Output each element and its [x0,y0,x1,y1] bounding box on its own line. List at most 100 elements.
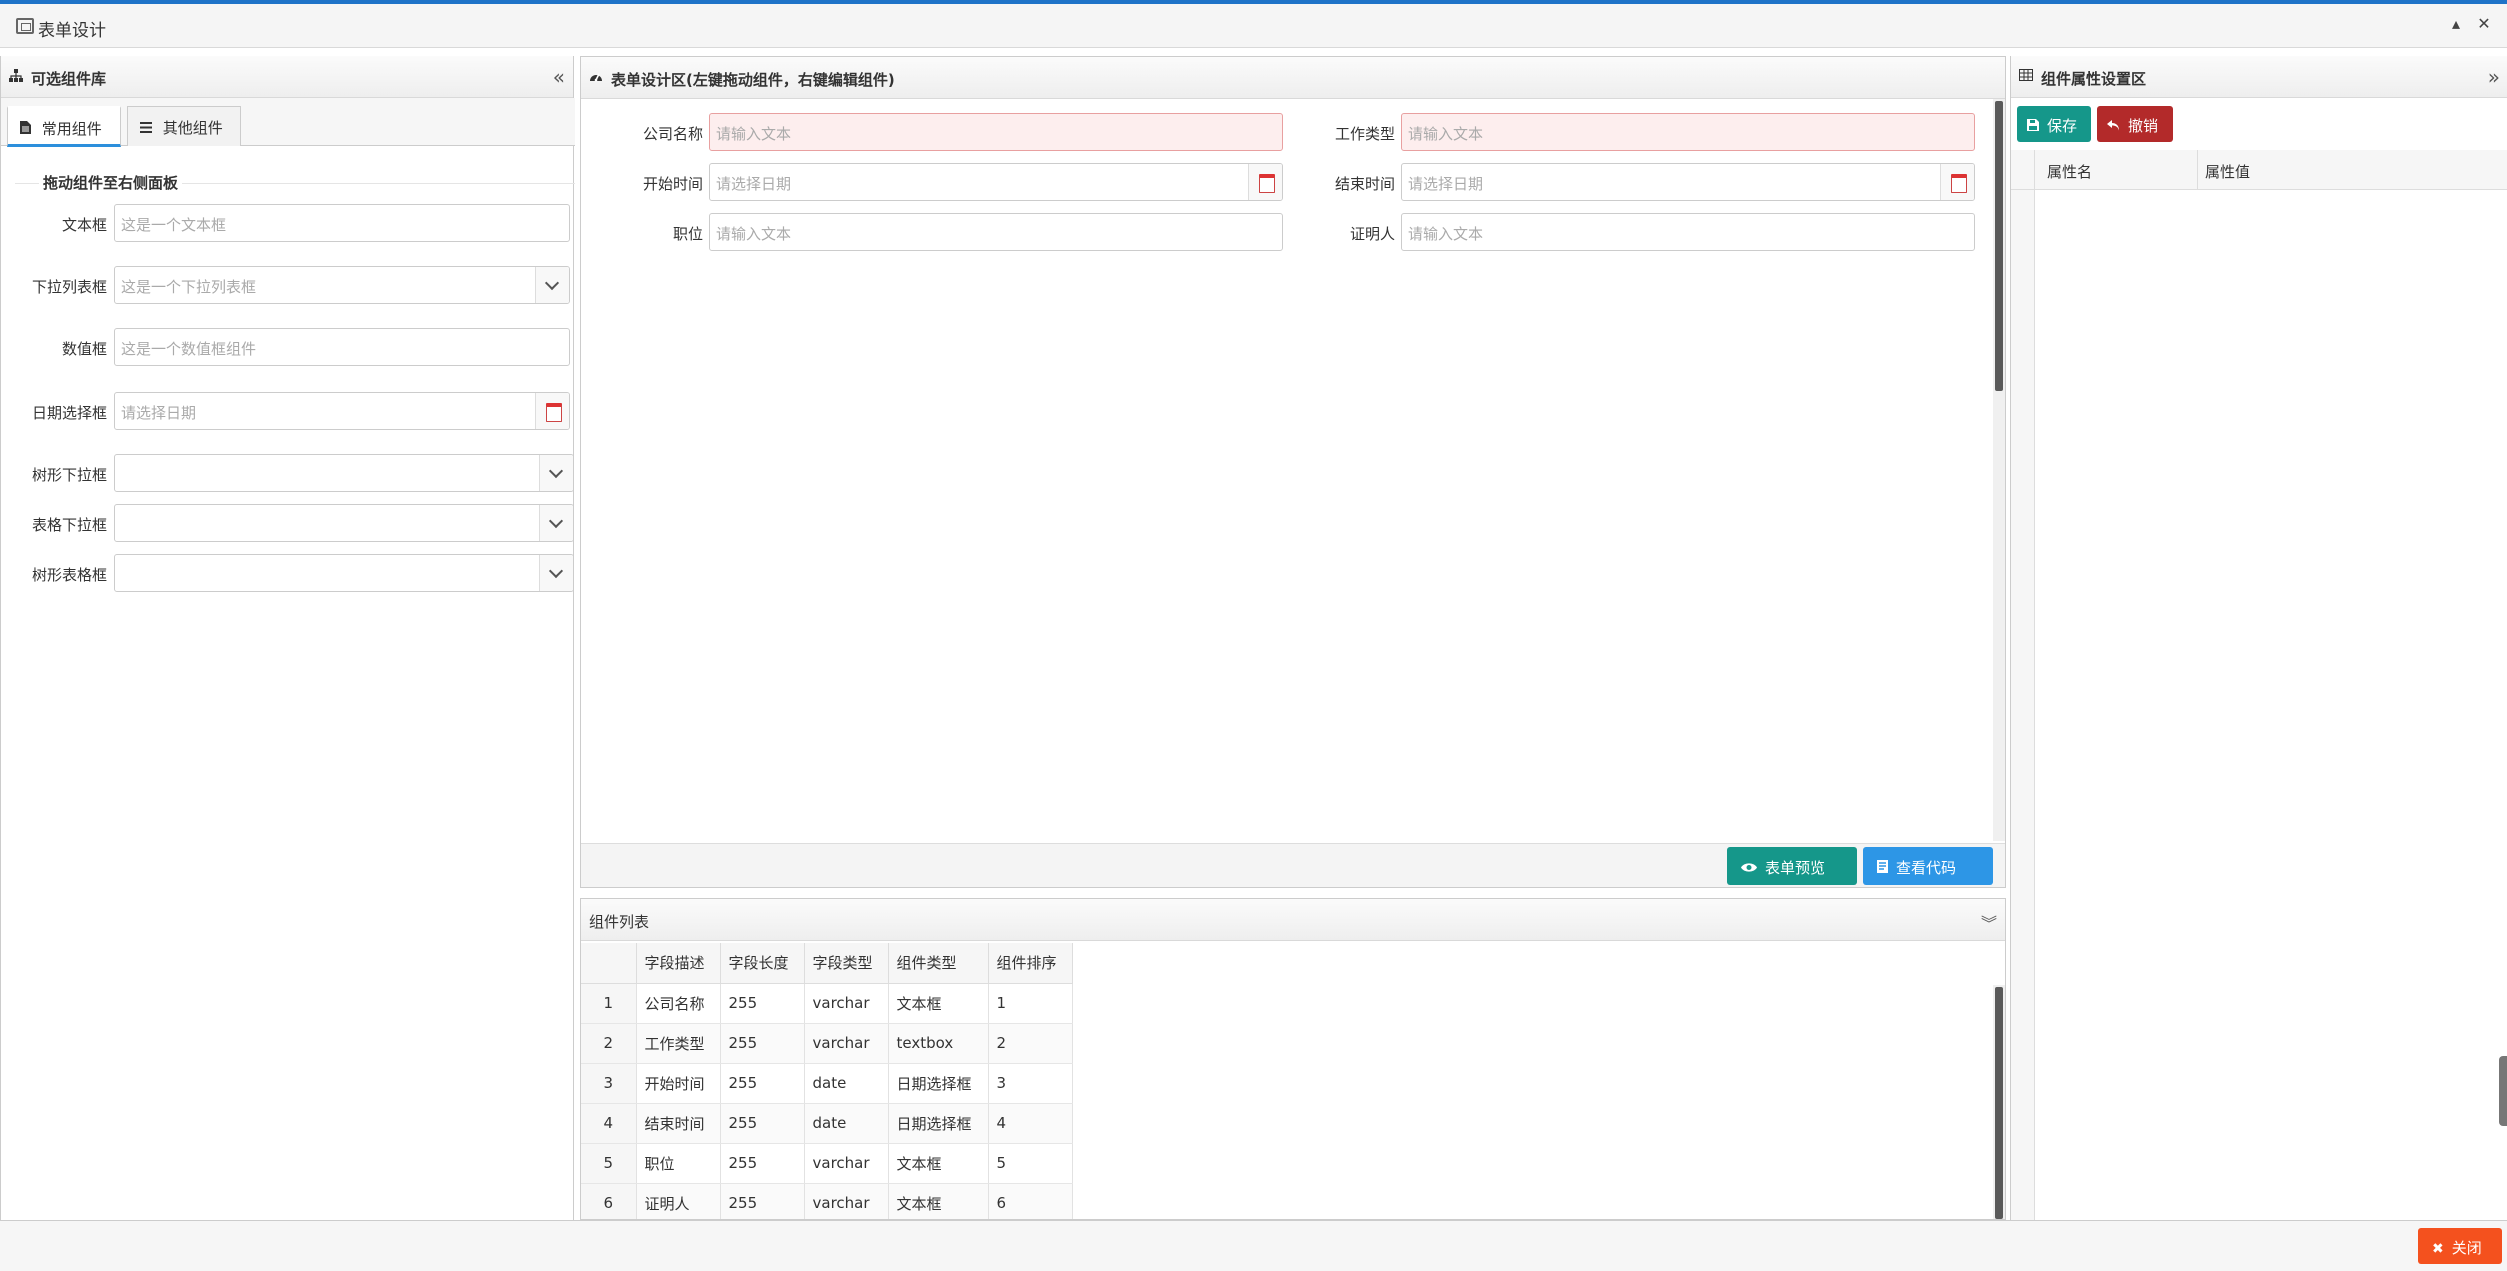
form-design-icon [16,18,34,34]
table-cell[interactable]: 结束时间 [636,1103,721,1144]
design-text-field[interactable]: 请输入文本 [709,213,1283,251]
undo-button[interactable]: 撤销 [2097,106,2173,142]
column-header[interactable]: 字段长度 [720,943,805,984]
calendar-icon[interactable] [1940,164,1974,200]
table-cell[interactable]: 5 [988,1143,1073,1184]
table-cell[interactable]: 6 [988,1183,1073,1219]
table-cell[interactable]: varchar [804,1143,889,1184]
undo-label: 撤销 [2128,117,2159,135]
chevron-down-icon[interactable] [539,455,573,491]
form-design-title: 表单设计区(左键拖动组件，右键编辑组件) [611,71,895,89]
form-canvas[interactable]: 公司名称 请输入文本 工作类型 请输入文本 开始时间 请选择日期 结束时间 请选择日期 职位 请输… [581,99,1993,841]
library-text-component[interactable]: 这是一个数值框组件 [114,328,570,366]
table-row[interactable]: 4 结束时间 255 date 日期选择框 4 [581,1103,1073,1144]
table-cell[interactable]: 日期选择框 [888,1103,989,1144]
table-cell[interactable]: 4 [988,1103,1073,1144]
tab-other-components[interactable]: 其他组件 [127,106,241,146]
table-cell[interactable]: varchar [804,983,889,1024]
table-header-row: 字段描述 字段长度 字段类型 组件类型 组件排序 [581,943,1073,984]
collapse-list-icon[interactable]: ︾ [1981,910,1997,934]
table-row[interactable]: 2 工作类型 255 varchar textbox 2 [581,1023,1073,1064]
table-cell[interactable]: 255 [720,1143,805,1184]
save-button[interactable]: 保存 [2017,106,2091,142]
table-cell[interactable]: 255 [720,1063,805,1104]
close-button[interactable]: ✖ 关闭 [2418,1228,2502,1264]
library-text-component[interactable]: 这是一个文本框 [114,204,570,242]
column-header[interactable]: 字段描述 [636,943,721,984]
design-scrollbar-thumb[interactable] [1995,101,2003,391]
window-titlebar: 表单设计 ▴ ✕ [0,4,2507,48]
chevron-down-icon[interactable] [539,505,573,541]
library-select-component[interactable] [114,454,574,492]
expand-right-icon[interactable]: » [2488,65,2500,89]
table-cell[interactable]: 证明人 [636,1183,721,1219]
property-settings-panel: 组件属性设置区 » 保存 撤销 属性名 属性值 [2010,56,2507,1220]
list-scrollbar-thumb[interactable] [1995,987,2003,1219]
chevron-down-icon[interactable] [539,555,573,591]
property-name-header[interactable]: 属性名 [2047,161,2092,182]
table-cell[interactable]: 工作类型 [636,1023,721,1064]
tab-common-components[interactable]: 常用组件 [7,106,121,147]
table-cell[interactable]: 日期选择框 [888,1063,989,1104]
close-icon: ✖ [2432,1241,2444,1257]
property-row-number-column [2011,190,2035,1220]
form-design-header: 表单设计区(左键拖动组件，右键编辑组件) [581,57,2005,99]
property-column-divider [2197,150,2198,190]
column-header[interactable]: 组件类型 [888,943,989,984]
table-row[interactable]: 3 开始时间 255 date 日期选择框 3 [581,1063,1073,1104]
design-text-field[interactable]: 请输入文本 [1401,213,1975,251]
row-number: 6 [581,1183,637,1219]
table-cell[interactable]: 公司名称 [636,983,721,1024]
table-cell[interactable]: date [804,1103,889,1144]
table-cell[interactable]: 文本框 [888,983,989,1024]
table-cell[interactable]: date [804,1063,889,1104]
chevron-down-icon[interactable] [535,267,569,303]
table-cell[interactable]: 职位 [636,1143,721,1184]
design-date-field[interactable]: 请选择日期 [1401,163,1975,201]
design-date-field[interactable]: 请选择日期 [709,163,1283,201]
table-cell[interactable]: 1 [988,983,1073,1024]
library-select-component[interactable] [114,504,574,542]
table-cell[interactable]: textbox [888,1023,989,1064]
library-select-component[interactable] [114,554,574,592]
table-cell[interactable]: 文本框 [888,1143,989,1184]
library-select-component[interactable]: 这是一个下拉列表框 [114,266,570,304]
library-date-component[interactable]: 请选择日期 [114,392,570,430]
design-text-field[interactable]: 请输入文本 [709,113,1283,151]
table-row[interactable]: 5 职位 255 varchar 文本框 5 [581,1143,1073,1184]
side-handle[interactable] [2499,1056,2507,1126]
table-row[interactable]: 6 证明人 255 varchar 文本框 6 [581,1183,1073,1219]
design-scrollbar[interactable] [1993,99,2005,841]
design-text-field[interactable]: 请输入文本 [1401,113,1975,151]
library-field-placeholder: 这是一个下拉列表框 [121,278,257,296]
table-cell[interactable]: 255 [720,1023,805,1064]
window-footer: ✖ 关闭 [0,1220,2507,1271]
view-code-button[interactable]: 查看代码 [1863,847,1993,885]
library-field-label: 树形下拉框 [31,466,107,484]
column-header[interactable]: 组件排序 [988,943,1073,984]
list-scrollbar[interactable] [1993,985,2005,1219]
calendar-icon[interactable] [535,393,569,429]
form-preview-button[interactable]: 表单预览 [1727,847,1857,885]
library-field-label: 数值框 [61,340,107,358]
table-cell[interactable]: 3 [988,1063,1073,1104]
calendar-icon[interactable] [1248,164,1282,200]
table-cell[interactable]: 255 [720,983,805,1024]
property-value-header[interactable]: 属性值 [2205,161,2250,182]
table-cell[interactable]: 文本框 [888,1183,989,1219]
table-cell[interactable]: 开始时间 [636,1063,721,1104]
minimize-button[interactable]: ▴ [2446,14,2466,33]
table-row[interactable]: 1 公司名称 255 varchar 文本框 1 [581,983,1073,1024]
table-cell[interactable]: varchar [804,1183,889,1219]
collapse-left-icon[interactable]: « [553,65,565,89]
table-cell[interactable]: 255 [720,1183,805,1219]
table-cell[interactable]: 2 [988,1023,1073,1064]
table-cell[interactable]: 255 [720,1103,805,1144]
column-header[interactable]: 字段类型 [804,943,889,984]
table-cell[interactable]: varchar [804,1023,889,1064]
sitemap-icon [9,69,23,87]
row-number-header [581,943,637,984]
close-window-button[interactable]: ✕ [2474,14,2494,33]
design-field-placeholder: 请输入文本 [1408,125,1484,143]
list-icon [140,119,157,137]
